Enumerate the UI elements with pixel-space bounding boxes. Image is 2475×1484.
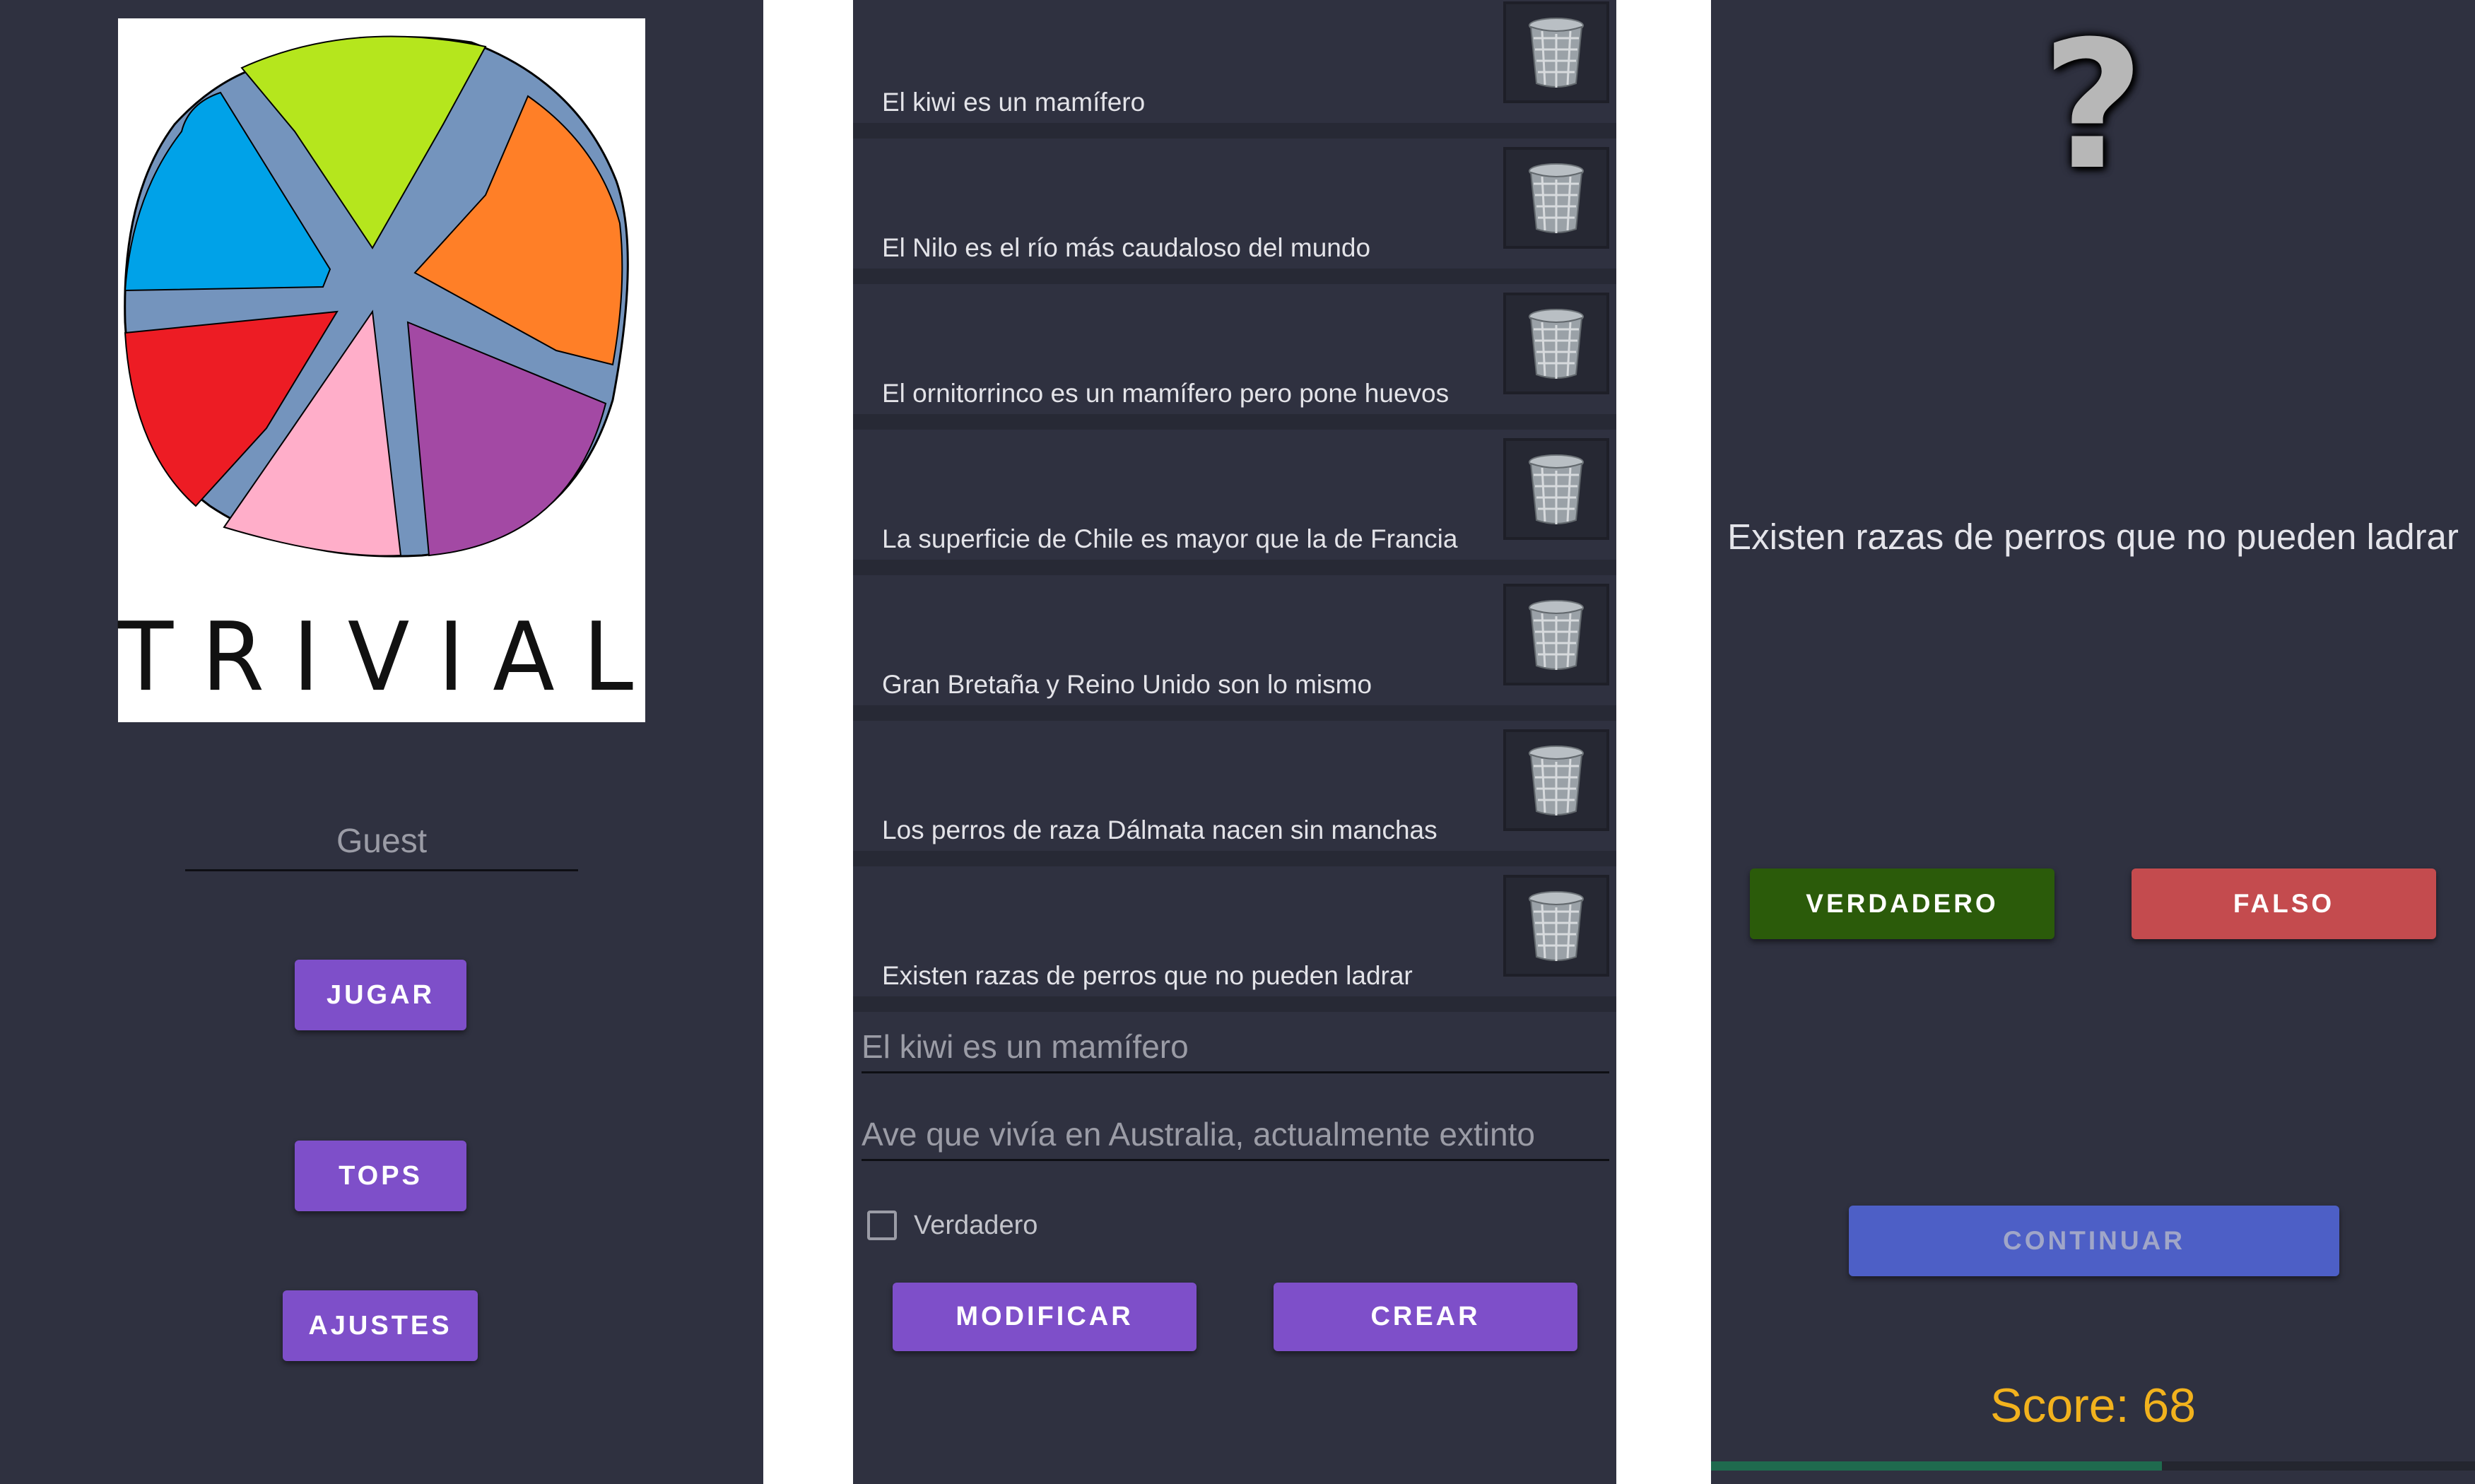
question-list-item[interactable]: El Nilo es el río más caudaloso del mund… (853, 139, 1616, 284)
progress-bar (1711, 1461, 2475, 1471)
play-button[interactable]: JUGAR (295, 960, 466, 1030)
true-answer-button[interactable]: VERDADERO (1750, 868, 2054, 939)
question-list-item[interactable]: Los perros de raza Dálmata nacen sin man… (853, 721, 1616, 866)
question-text: Existen razas de perros que no pueden la… (882, 961, 1413, 990)
delete-question-button[interactable] (1503, 584, 1609, 685)
continue-button[interactable]: CONTINUAR (1849, 1206, 2339, 1276)
progress-bar-fill (1711, 1461, 2162, 1471)
hint-text-field[interactable]: Ave que vivía en Australia, actualmente … (862, 1109, 1609, 1161)
current-question: Existen razas de perros que no pueden la… (1727, 517, 2459, 557)
delete-question-button[interactable] (1503, 293, 1609, 394)
delete-question-button[interactable] (1503, 875, 1609, 977)
tops-button[interactable]: TOPS (295, 1141, 466, 1211)
question-text: El kiwi es un mamífero (882, 88, 1146, 117)
game-screen: ? Existen razas de perros que no pueden … (1711, 0, 2475, 1484)
delete-question-button[interactable] (1503, 729, 1609, 831)
delete-question-button[interactable] (1503, 1, 1609, 103)
create-button[interactable]: CREAR (1274, 1283, 1577, 1351)
question-list-item[interactable]: Existen razas de perros que no pueden la… (853, 866, 1616, 1012)
question-list-item[interactable]: Gran Bretaña y Reino Unido son lo mismo (853, 575, 1616, 721)
true-answer-checkbox[interactable] (867, 1211, 897, 1240)
question-text: El Nilo es el río más caudaloso del mund… (882, 233, 1371, 262)
logo-text: TRIVIAL (118, 602, 662, 713)
question-list-item[interactable]: La superficie de Chile es mayor que la d… (853, 430, 1616, 575)
score-label: Score: 68 (1989, 1379, 2197, 1432)
question-mark-icon: ? (2041, 3, 2145, 208)
delete-question-button[interactable] (1503, 438, 1609, 540)
question-text: Gran Bretaña y Reino Unido son lo mismo (882, 670, 1372, 699)
true-answer-checkbox-row[interactable]: Verdadero (867, 1206, 1037, 1245)
false-answer-button[interactable]: FALSO (2132, 868, 2436, 939)
question-list-item[interactable]: El ornitorrinco es un mamífero pero pone… (853, 284, 1616, 430)
player-name-input[interactable]: Guest (185, 814, 578, 871)
question-editor-screen: El kiwi es un mamífero El Nilo es el río… (853, 0, 1616, 1484)
delete-question-button[interactable] (1503, 147, 1609, 249)
settings-button[interactable]: AJUSTES (283, 1290, 478, 1361)
question-text: El ornitorrinco es un mamífero pero pone… (882, 379, 1450, 408)
question-text: Los perros de raza Dálmata nacen sin man… (882, 815, 1438, 844)
question-list-item[interactable]: El kiwi es un mamífero (853, 0, 1616, 139)
checkbox-label: Verdadero (914, 1210, 1038, 1240)
modify-button[interactable]: MODIFICAR (893, 1283, 1197, 1351)
menu-screen: TRIVIAL Guest JUGAR TOPS AJUSTES (0, 0, 763, 1484)
question-text: La superficie de Chile es mayor que la d… (882, 524, 1458, 553)
trivial-logo: TRIVIAL (118, 18, 645, 722)
question-text-field[interactable]: El kiwi es un mamífero (862, 1022, 1609, 1073)
